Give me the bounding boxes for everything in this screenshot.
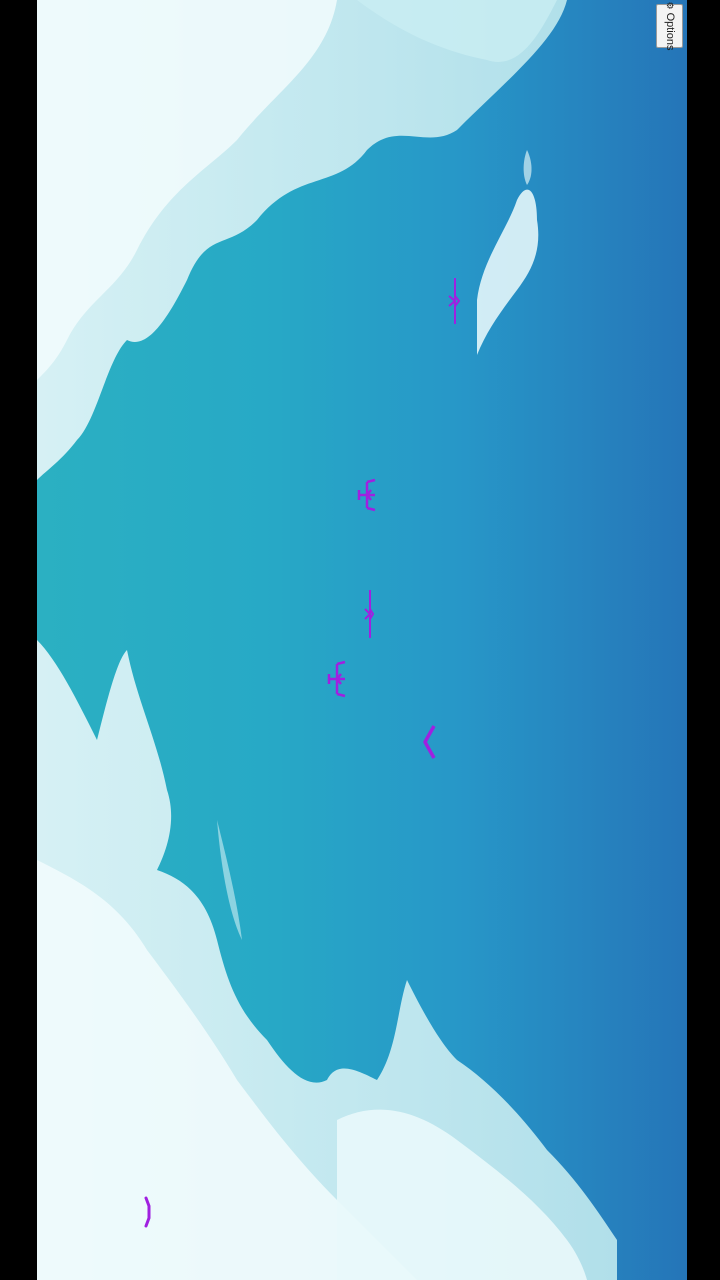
fighter-jet-icon — [357, 478, 376, 512]
options-button[interactable]: ⚙ Options — [656, 1, 683, 51]
enemy-fighter — [327, 660, 346, 698]
player-ship[interactable] — [421, 724, 437, 760]
fighter-jet-icon — [448, 278, 461, 324]
letterbox-right — [687, 0, 720, 1280]
fighter-jet-icon — [327, 660, 346, 698]
fighter-jet-icon — [364, 590, 375, 638]
gear-icon: ⚙ — [665, 1, 675, 10]
bullet-icon — [144, 1196, 151, 1228]
game-canvas[interactable] — [37, 0, 687, 1280]
enemy-bullet — [144, 1196, 151, 1228]
enemy-fighter-small — [364, 590, 375, 638]
chevron-ship-icon — [423, 725, 436, 759]
enemy-fighter-small — [448, 278, 461, 324]
enemy-fighter — [357, 478, 376, 512]
cloud-layer — [37, 0, 617, 1280]
cloud-wisp — [477, 189, 539, 355]
options-label: Options — [663, 12, 676, 51]
letterbox-left — [0, 0, 37, 1280]
